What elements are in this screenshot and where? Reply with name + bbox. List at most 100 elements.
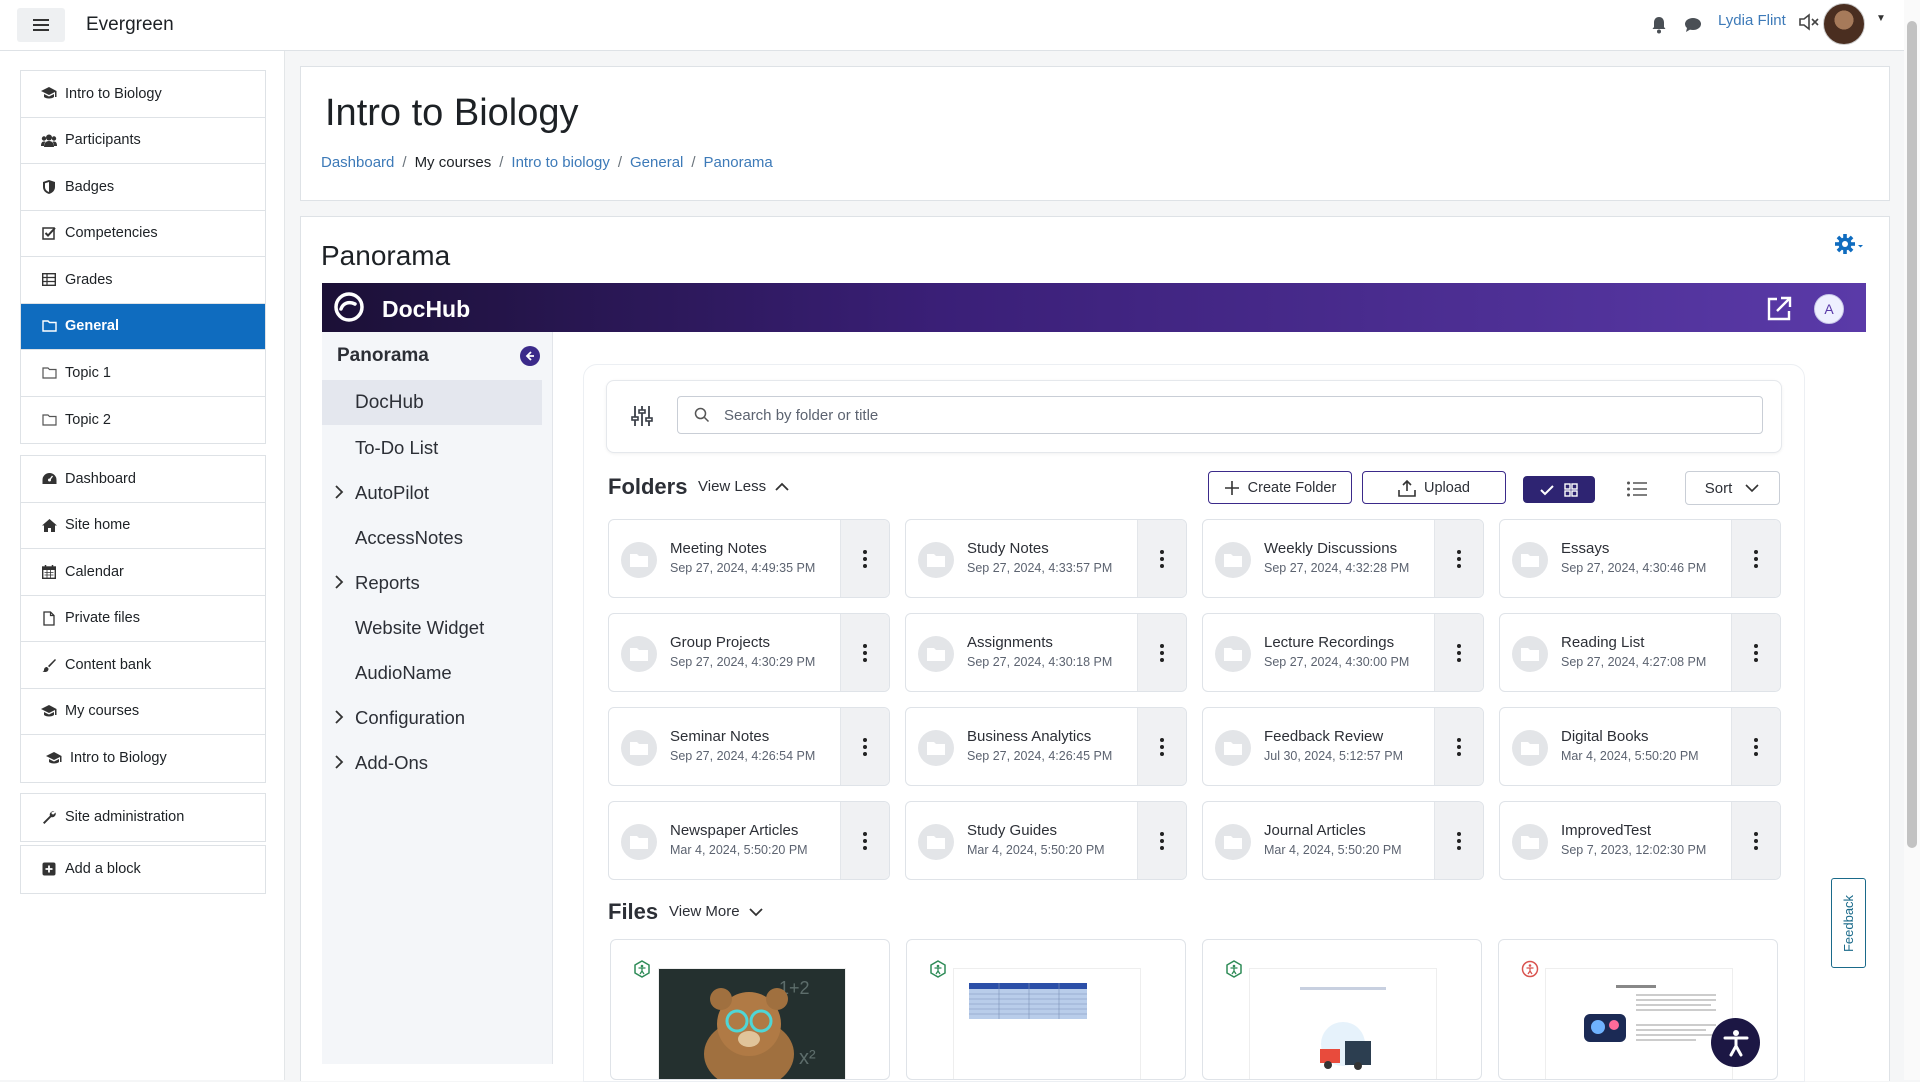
nav-item-label: Intro to Biology <box>70 750 167 767</box>
chat-icon[interactable] <box>1684 17 1702 33</box>
view-less-toggle[interactable]: View Less <box>698 478 790 495</box>
site-brand[interactable]: Evergreen <box>86 14 174 36</box>
folder-options-button[interactable] <box>840 520 889 597</box>
nav-item-private-files[interactable]: Private files <box>21 596 265 642</box>
dochub-menu-dochub[interactable]: DocHub <box>322 380 542 425</box>
accessibility-icon <box>1723 1029 1748 1056</box>
folder-options-button[interactable] <box>1137 802 1186 879</box>
nav-item-intro-to-biology[interactable]: Intro to Biology <box>21 71 265 118</box>
dochub-menu-autopilot[interactable]: AutoPilot <box>322 470 542 515</box>
breadcrumb-general[interactable]: General <box>630 154 683 171</box>
grid-view-toggle[interactable] <box>1523 476 1595 503</box>
folder-card[interactable]: Assignments Sep 27, 2024, 4:30:18 PM <box>905 613 1187 692</box>
folder-card[interactable]: Weekly Discussions Sep 27, 2024, 4:32:28 … <box>1202 519 1484 598</box>
filter-sliders-icon[interactable] <box>630 404 654 428</box>
dochub-user-avatar[interactable]: A <box>1814 294 1844 324</box>
drawer-toggle-button[interactable] <box>17 8 65 42</box>
folder-card[interactable]: Business Analytics Sep 27, 2024, 4:26:45 … <box>905 707 1187 786</box>
speaker-mute-icon[interactable] <box>1798 12 1820 32</box>
nav-item-general[interactable]: General <box>21 303 265 350</box>
folder-options-button[interactable] <box>840 708 889 785</box>
user-menu-caret-icon[interactable]: ▼ <box>1876 13 1886 24</box>
nav-item-badges[interactable]: Badges <box>21 164 265 211</box>
dochub-menu-reports[interactable]: Reports <box>322 560 542 605</box>
dochub-menu-website-widget[interactable]: Website Widget <box>322 605 542 650</box>
activity-settings-menu[interactable] <box>1834 233 1864 260</box>
folder-options-button[interactable] <box>1137 708 1186 785</box>
folder-card[interactable]: Essays Sep 27, 2024, 4:30:46 PM <box>1499 519 1781 598</box>
create-folder-button[interactable]: Create Folder <box>1208 471 1352 504</box>
folder-options-button[interactable] <box>1434 520 1483 597</box>
folder-card[interactable]: Study Notes Sep 27, 2024, 4:33:57 PM <box>905 519 1187 598</box>
breadcrumb: Dashboard / My courses / Intro to biolog… <box>321 154 773 171</box>
user-avatar[interactable] <box>1823 3 1865 45</box>
dochub-menu: DocHub To-Do List AutoPilot AccessNotes … <box>322 380 542 785</box>
dochub-menu-configuration[interactable]: Configuration <box>322 695 542 740</box>
nav-item-content-bank[interactable]: Content bank <box>21 642 265 689</box>
shield-icon <box>41 179 57 194</box>
folder-options-button[interactable] <box>840 614 889 691</box>
feedback-label: Feedback <box>1841 894 1856 952</box>
folder-options-button[interactable] <box>1137 520 1186 597</box>
bell-icon[interactable] <box>1651 16 1667 34</box>
folder-card[interactable]: Meeting Notes Sep 27, 2024, 4:49:35 PM <box>608 519 890 598</box>
nav-item-grades[interactable]: Grades <box>21 257 265 304</box>
folder-options-button[interactable] <box>840 802 889 879</box>
sort-dropdown[interactable]: Sort <box>1685 471 1780 505</box>
nav-item-label: Site home <box>65 517 131 534</box>
dochub-menu-todo-list[interactable]: To-Do List <box>322 425 542 470</box>
folder-options-button[interactable] <box>1137 614 1186 691</box>
nav-item-my-courses[interactable]: My courses <box>21 689 265 735</box>
open-external-icon[interactable] <box>1766 296 1792 322</box>
user-name[interactable]: Lydia Flint <box>1718 12 1786 29</box>
folder-options-button[interactable] <box>1731 614 1780 691</box>
folder-options-button[interactable] <box>1434 614 1483 691</box>
nav-item-topic-1[interactable]: Topic 1 <box>21 350 265 397</box>
breadcrumb-dashboard[interactable]: Dashboard <box>321 154 394 171</box>
page-scrollbar-thumb[interactable] <box>1907 21 1917 848</box>
folder-options-button[interactable] <box>1434 708 1483 785</box>
folder-card[interactable]: Seminar Notes Sep 27, 2024, 4:26:54 PM <box>608 707 890 786</box>
file-card[interactable]: 1+2 x² <box>610 939 890 1080</box>
folder-card[interactable]: Newspaper Articles Mar 4, 2024, 5:50:20 P… <box>608 801 890 880</box>
search-input[interactable] <box>722 405 1726 425</box>
upload-button[interactable]: Upload <box>1362 471 1506 504</box>
folder-card[interactable]: Digital Books Mar 4, 2024, 5:50:20 PM <box>1499 707 1781 786</box>
breadcrumb-separator: / <box>402 154 407 171</box>
feedback-tab[interactable]: Feedback <box>1831 878 1866 968</box>
folder-name: Journal Articles <box>1264 822 1366 839</box>
breadcrumb-panorama[interactable]: Panorama <box>704 154 773 171</box>
nav-item-participants[interactable]: Participants <box>21 118 265 164</box>
nav-item-site-administration[interactable]: Site administration <box>21 794 265 841</box>
nav-item-dashboard[interactable]: Dashboard <box>21 456 265 503</box>
folder-card[interactable]: Journal Articles Mar 4, 2024, 5:50:20 PM <box>1202 801 1484 880</box>
folder-card[interactable]: Study Guides Mar 4, 2024, 5:50:20 PM <box>905 801 1187 880</box>
folder-card[interactable]: ImprovedTest Sep 7, 2023, 12:02:30 PM <box>1499 801 1781 880</box>
dochub-logo-icon <box>334 292 364 322</box>
accessibility-widget-button[interactable] <box>1711 1018 1760 1067</box>
folder-options-button[interactable] <box>1434 802 1483 879</box>
dochub-menu-audioname[interactable]: AudioName <box>322 650 542 695</box>
folder-options-button[interactable] <box>1731 802 1780 879</box>
collapse-sidebar-button[interactable] <box>520 346 540 366</box>
view-more-toggle[interactable]: View More <box>669 903 764 920</box>
nav-item-site-home[interactable]: Site home <box>21 503 265 549</box>
add-block-button[interactable]: Add a block <box>21 846 265 893</box>
breadcrumb-course[interactable]: Intro to biology <box>511 154 609 171</box>
folder-card[interactable]: Group Projects Sep 27, 2024, 4:30:29 PM <box>608 613 890 692</box>
nav-item-label: My courses <box>65 703 140 720</box>
list-view-icon[interactable] <box>1626 479 1648 499</box>
folder-card[interactable]: Lecture Recordings Sep 27, 2024, 4:30:00 … <box>1202 613 1484 692</box>
dochub-menu-add-ons[interactable]: Add-Ons <box>322 740 542 785</box>
file-card[interactable] <box>1202 939 1482 1080</box>
folder-options-button[interactable] <box>1731 520 1780 597</box>
dochub-menu-accessnotes[interactable]: AccessNotes <box>322 515 542 560</box>
folder-card[interactable]: Reading List Sep 27, 2024, 4:27:08 PM <box>1499 613 1781 692</box>
nav-item-calendar[interactable]: Calendar <box>21 549 265 596</box>
folder-options-button[interactable] <box>1731 708 1780 785</box>
folder-card[interactable]: Feedback Review Jul 30, 2024, 5:12:57 PM <box>1202 707 1484 786</box>
nav-item-competencies[interactable]: Competencies <box>21 211 265 257</box>
file-card[interactable] <box>906 939 1186 1080</box>
nav-item-intro-to-biology-course[interactable]: Intro to Biology <box>21 735 265 782</box>
nav-item-topic-2[interactable]: Topic 2 <box>21 397 265 444</box>
